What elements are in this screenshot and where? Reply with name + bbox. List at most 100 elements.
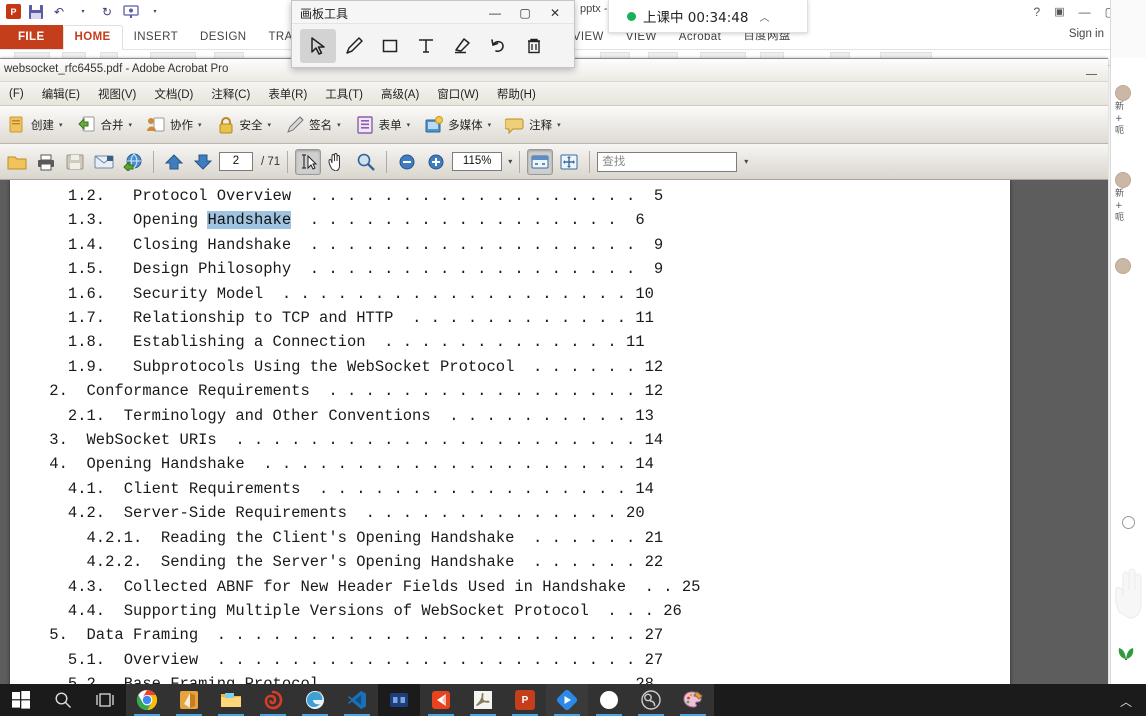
tab-insert[interactable]: INSERT bbox=[123, 26, 189, 49]
menu-window[interactable]: 窗口(W) bbox=[428, 83, 488, 105]
tab-home[interactable]: HOME bbox=[62, 25, 123, 50]
drawing-panel-window-controls[interactable]: — ▢ ✕ bbox=[480, 3, 570, 23]
toc-entry[interactable]: 1.4. Closing Handshake . . . . . . . . .… bbox=[40, 233, 980, 257]
pdf-page[interactable]: 1.2. Protocol Overview . . . . . . . . .… bbox=[10, 180, 1010, 686]
classin-icon[interactable] bbox=[546, 684, 588, 716]
powerpoint-icon[interactable]: P bbox=[504, 684, 546, 716]
menu-file[interactable]: (F) bbox=[0, 85, 33, 103]
media-player-icon[interactable] bbox=[420, 684, 462, 716]
seewo-icon[interactable] bbox=[588, 684, 630, 716]
task-security[interactable]: 安全 ▾ bbox=[209, 113, 279, 137]
task-sign[interactable]: 签名 ▾ bbox=[278, 113, 348, 137]
drawing-panel-titlebar[interactable]: 画板工具 — ▢ ✕ bbox=[292, 1, 574, 24]
drawing-tools-panel[interactable]: 画板工具 — ▢ ✕ bbox=[291, 0, 575, 68]
menu-comments[interactable]: 注释(C) bbox=[202, 83, 259, 105]
taskbar-apps[interactable]: P bbox=[0, 684, 714, 716]
rectangle-icon[interactable] bbox=[372, 29, 408, 63]
toc-entry[interactable]: 3. WebSocket URIs . . . . . . . . . . . … bbox=[40, 428, 980, 452]
marquee-zoom-button[interactable] bbox=[353, 149, 379, 175]
previous-page-button[interactable] bbox=[161, 149, 187, 175]
class-session-timer[interactable]: 上课中 00:34:48 ︿ bbox=[608, 0, 808, 33]
email-button[interactable] bbox=[91, 149, 117, 175]
show-hidden-icons-chevron-icon[interactable]: ︿ bbox=[1120, 693, 1132, 710]
task-combine[interactable]: 合并 ▾ bbox=[70, 113, 140, 137]
highlighted-text[interactable]: Handshake bbox=[207, 211, 292, 230]
help-icon[interactable]: ? bbox=[1034, 5, 1041, 19]
tab-design[interactable]: DESIGN bbox=[189, 26, 258, 49]
file-explorer-icon[interactable] bbox=[210, 684, 252, 716]
drawing-tools-row[interactable] bbox=[292, 24, 574, 68]
acrobat-icon[interactable] bbox=[462, 684, 504, 716]
toc-entry[interactable]: 1.5. Design Philosophy . . . . . . . . .… bbox=[40, 257, 980, 281]
menu-help[interactable]: 帮助(H) bbox=[488, 83, 545, 105]
find-dropdown-icon[interactable]: ▾ bbox=[744, 157, 748, 166]
find-input[interactable]: 查找 bbox=[597, 151, 738, 172]
list-item[interactable]: 新 + 呃 bbox=[1115, 172, 1146, 224]
toc-entry[interactable]: 5.1. Overview . . . . . . . . . . . . . … bbox=[40, 648, 980, 672]
qat-dropdown-icon[interactable]: ▾ bbox=[147, 4, 163, 20]
class-participants-panel[interactable]: 新 + 呃 新 + 呃 bbox=[1110, 0, 1146, 686]
select-text-tool-button[interactable] bbox=[295, 148, 322, 175]
select-cursor-icon[interactable] bbox=[300, 29, 336, 63]
acrobat-main-toolbar[interactable]: 2 / 71 115% ▾ 查找 ▾ bbox=[0, 144, 1108, 180]
toc-entry[interactable]: 1.9. Subprotocols Using the WebSocket Pr… bbox=[40, 355, 980, 379]
chevron-down-icon[interactable]: ▾ bbox=[488, 121, 492, 129]
camtasia-icon[interactable] bbox=[252, 684, 294, 716]
menu-tools[interactable]: 工具(T) bbox=[316, 83, 372, 105]
chevron-down-icon[interactable]: ▾ bbox=[407, 121, 411, 129]
minimize-button[interactable]: — bbox=[1079, 5, 1091, 19]
zoom-out-button[interactable] bbox=[394, 149, 420, 175]
acrobat-tasks-toolbar[interactable]: 创建 ▾ 合并 ▾ 协作 ▾ 安全 ▾ 签名 ▾ 表单 ▾ 多媒体 ▾ 注释 ▾ bbox=[0, 106, 1108, 144]
toc-entry[interactable]: 1.7. Relationship to TCP and HTTP . . . … bbox=[40, 306, 980, 330]
chevron-up-icon[interactable]: ︿ bbox=[759, 9, 769, 24]
menu-document[interactable]: 文档(D) bbox=[145, 83, 202, 105]
toc-entry[interactable]: 5. Data Framing . . . . . . . . . . . . … bbox=[40, 623, 980, 647]
save-icon[interactable] bbox=[29, 4, 43, 19]
obs-icon[interactable] bbox=[630, 684, 672, 716]
page-number-input[interactable]: 2 bbox=[219, 152, 253, 171]
redo-icon[interactable]: ↻ bbox=[99, 4, 115, 20]
subtitle-app-icon[interactable] bbox=[378, 684, 420, 716]
save-button[interactable] bbox=[62, 149, 88, 175]
menu-forms[interactable]: 表单(R) bbox=[259, 83, 316, 105]
hand-tool-button[interactable] bbox=[324, 149, 350, 175]
toc-entry[interactable]: 4.1. Client Requirements . . . . . . . .… bbox=[40, 477, 980, 501]
task-create[interactable]: 创建 ▾ bbox=[0, 113, 70, 137]
quick-access-toolbar[interactable]: P ↶ ▾ ↻ ▾ bbox=[0, 0, 163, 23]
toc-entry[interactable]: 4.2.2. Sending the Server's Opening Hand… bbox=[40, 550, 980, 574]
chrome-icon[interactable] bbox=[126, 684, 168, 716]
menu-advanced[interactable]: 高级(A) bbox=[372, 83, 428, 105]
office-icon[interactable] bbox=[168, 684, 210, 716]
task-multimedia[interactable]: 多媒体 ▾ bbox=[417, 113, 498, 137]
minimize-button[interactable]: — bbox=[480, 3, 510, 23]
open-file-button[interactable] bbox=[4, 149, 30, 175]
toc-entry[interactable]: 2. Conformance Requirements . . . . . . … bbox=[40, 379, 980, 403]
text-tool-icon[interactable] bbox=[408, 29, 444, 63]
ribbon-display-options-icon[interactable]: ▣ bbox=[1054, 5, 1064, 18]
fit-page-button[interactable] bbox=[556, 149, 582, 175]
search-icon[interactable] bbox=[42, 684, 84, 716]
task-comment[interactable]: 注释 ▾ bbox=[498, 113, 568, 137]
chevron-down-icon[interactable]: ▾ bbox=[59, 121, 63, 129]
task-view-icon[interactable] bbox=[84, 684, 126, 716]
toc-entry[interactable]: 4.2. Server-Side Requirements . . . . . … bbox=[40, 501, 980, 525]
fit-width-button[interactable] bbox=[527, 148, 554, 175]
undo-icon[interactable]: ↶ bbox=[51, 4, 67, 20]
edge-icon[interactable] bbox=[294, 684, 336, 716]
chevron-down-icon[interactable]: ▾ bbox=[337, 121, 341, 129]
menu-edit[interactable]: 编辑(E) bbox=[33, 83, 89, 105]
task-collaborate[interactable]: 协作 ▾ bbox=[139, 113, 209, 137]
toc-entry[interactable]: 1.2. Protocol Overview . . . . . . . . .… bbox=[40, 184, 980, 208]
chevron-down-icon[interactable]: ▾ bbox=[129, 121, 133, 129]
toc-entry[interactable]: 4.2.1. Reading the Client's Opening Hand… bbox=[40, 526, 980, 550]
eraser-icon[interactable] bbox=[444, 29, 480, 63]
toc-entry[interactable]: 4. Opening Handshake . . . . . . . . . .… bbox=[40, 452, 980, 476]
start-button[interactable] bbox=[0, 684, 42, 716]
web-publish-button[interactable] bbox=[120, 149, 146, 175]
next-page-button[interactable] bbox=[190, 149, 216, 175]
tab-file[interactable]: FILE bbox=[0, 25, 63, 49]
trash-icon[interactable] bbox=[516, 29, 552, 63]
pen-icon[interactable] bbox=[336, 29, 372, 63]
vscode-icon[interactable] bbox=[336, 684, 378, 716]
chevron-down-icon[interactable]: ▾ bbox=[268, 121, 272, 129]
